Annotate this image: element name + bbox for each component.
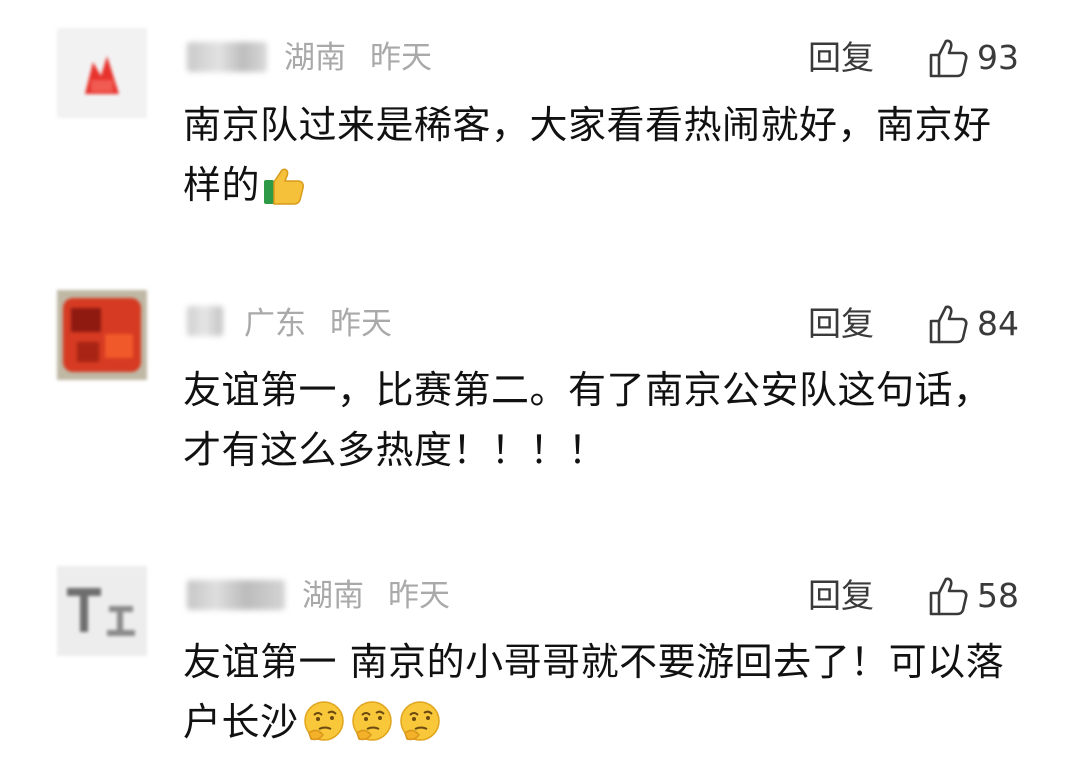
like-button[interactable]: 58 — [925, 573, 1019, 619]
thumbs-up-icon — [929, 305, 968, 344]
like-count: 58 — [977, 576, 1019, 615]
comment-time: 昨天 — [388, 578, 450, 614]
like-count: 93 — [977, 38, 1019, 77]
comment-item: 广东 昨天 回复 84 友谊第一，比赛第二。有了南京公安队这句话，才有这么多热度… — [0, 270, 1080, 530]
comment-region: 湖南 — [284, 40, 346, 76]
comment-text: 友谊第一，比赛第二。有了南京公安队这句话，才有这么多热度！！！！ — [183, 368, 992, 472]
avatar[interactable] — [57, 566, 147, 656]
comment-region: 湖南 — [302, 578, 364, 614]
avatar[interactable] — [57, 290, 147, 380]
thinking-face-emoji — [397, 699, 443, 760]
thumbs-up-icon — [929, 577, 968, 616]
comment-text: 友谊第一 南京的小哥哥就不要游回去了！可以落户长沙 — [183, 632, 1013, 760]
thumbs-up-icon — [929, 39, 968, 78]
avatar[interactable] — [57, 28, 147, 118]
thinking-face-emoji — [349, 699, 395, 760]
like-button[interactable]: 93 — [925, 35, 1019, 81]
comment-time: 昨天 — [370, 40, 432, 76]
reply-button[interactable]: 回复 — [808, 304, 874, 344]
like-count: 84 — [977, 304, 1019, 343]
username-blurred[interactable] — [187, 580, 285, 610]
thumbs-up-emoji — [262, 163, 306, 223]
comment-item: 湖南 昨天 回复 93 南京队过来是稀客，大家看看热闹就好，南京好样的 — [0, 0, 1080, 260]
like-button[interactable]: 84 — [925, 301, 1019, 347]
username-blurred[interactable] — [187, 306, 223, 336]
thinking-face-emoji — [301, 699, 347, 760]
username-blurred[interactable] — [187, 42, 267, 72]
comment-time: 昨天 — [330, 306, 392, 342]
comment-item: 湖南 昨天 回复 58 友谊第一 南京的小哥哥就不要游回去了！可以落户长沙 — [0, 540, 1080, 784]
comment-text: 南京队过来是稀客，大家看看热闹就好，南京好样的 — [183, 95, 1013, 223]
reply-button[interactable]: 回复 — [808, 576, 874, 616]
comment-region: 广东 — [244, 306, 306, 342]
reply-button[interactable]: 回复 — [808, 38, 874, 78]
